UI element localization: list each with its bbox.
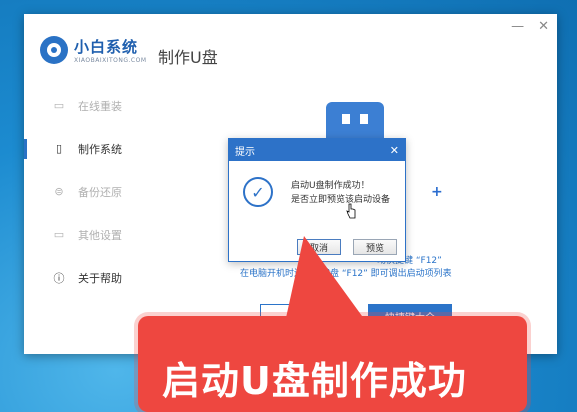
sidebar: ▭ 在线重装 ▯ 制作系统 ⊜ 备份还原 ▭ 其他设置 ⓘ 关于帮助 [24, 84, 144, 299]
window-controls: — ✕ [511, 20, 549, 34]
page-title: 制作U盘 [158, 48, 218, 67]
sidebar-item-backup-restore[interactable]: ⊜ 备份还原 [24, 170, 144, 213]
caption-banner: 启动U盘制作成功 [138, 316, 527, 412]
logo-icon [40, 36, 68, 64]
dialog-header: 提示 ✕ [229, 139, 405, 161]
logo-subtitle: XIAOBAIXITONG.COM [74, 57, 147, 64]
monitor-icon: ▭ [53, 99, 65, 112]
plus-icon: + [431, 184, 443, 200]
info-icon: ⓘ [53, 271, 65, 285]
settings-icon: ▭ [53, 228, 65, 241]
sidebar-item-about-help[interactable]: ⓘ 关于帮助 [24, 256, 144, 299]
dialog-title: 提示 [235, 146, 255, 158]
database-icon: ⊜ [54, 185, 64, 198]
sidebar-item-label: 制作系统 [78, 142, 122, 156]
sidebar-item-label: 在线重装 [78, 99, 122, 113]
sidebar-item-label: 其他设置 [78, 228, 122, 242]
usb-icon: ▯ [55, 142, 63, 155]
sidebar-item-online-reinstall[interactable]: ▭ 在线重装 [24, 84, 144, 127]
hand-cursor-icon [346, 203, 356, 219]
sidebar-item-other-settings[interactable]: ▭ 其他设置 [24, 213, 144, 256]
logo-title: 小白系统 [74, 38, 139, 56]
dialog-close-button[interactable]: ✕ [390, 144, 399, 157]
sidebar-item-label: 关于帮助 [78, 271, 122, 285]
sidebar-item-label: 备份还原 [78, 185, 122, 199]
minimize-button[interactable]: — [511, 20, 524, 34]
close-window-button[interactable]: ✕ [538, 20, 549, 34]
banner-text: 启动U盘制作成功 [162, 359, 467, 403]
dialog-message-question: 是否立即预览该启动设备 [291, 195, 391, 205]
sidebar-item-make-system[interactable]: ▯ 制作系统 [24, 127, 144, 170]
check-circle-icon: ✓ [243, 177, 273, 207]
dialog-message-success: 启动U盘制作成功！ [291, 181, 370, 191]
usb-drive-graphic [326, 102, 384, 142]
app-logo: 小白系统 XIAOBAIXITONG.COM [40, 36, 147, 64]
